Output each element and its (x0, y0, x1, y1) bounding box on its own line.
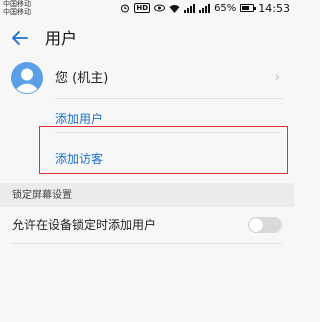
status-bar: 中国移动 中国移动 HD 65% 14:53 (0, 0, 294, 16)
page-title: 用户 (45, 29, 78, 48)
current-user-row[interactable]: 您 (机主) › (0, 62, 294, 98)
section-header: 锁定屏幕设置 (0, 183, 294, 207)
clock: 14:53 (258, 1, 290, 15)
toggle-knob (249, 218, 263, 232)
section-title: 锁定屏幕设置 (12, 190, 72, 201)
hd-icon: HD (134, 3, 151, 13)
signal-icon (199, 3, 211, 13)
toggle-label: 允许在设备锁定时添加用户 (12, 218, 157, 232)
add-guest-button[interactable]: 添加访客 (55, 151, 103, 167)
status-icons: HD 65% 14:53 (120, 1, 290, 15)
divider (55, 98, 282, 99)
alarm-icon (120, 3, 130, 13)
avatar-icon (11, 62, 43, 94)
add-user-button[interactable]: 添加用户 (55, 111, 103, 127)
battery-icon (240, 4, 257, 12)
allow-add-users-toggle[interactable] (248, 217, 282, 233)
carrier-1: 中国移动 (3, 0, 31, 8)
battery-percent: 65% (214, 2, 237, 14)
divider (12, 243, 282, 244)
app-bar: 用户 (0, 16, 294, 62)
allow-add-users-row[interactable]: 允许在设备锁定时添加用户 (0, 207, 294, 243)
carrier-2: 中国移动 (3, 8, 31, 16)
chevron-right-icon: › (274, 70, 280, 85)
wifi-icon (169, 4, 180, 13)
signal-icon (184, 3, 196, 13)
carrier-labels: 中国移动 中国移动 (3, 0, 31, 16)
back-arrow-icon[interactable] (10, 28, 30, 48)
eye-icon (154, 4, 166, 12)
user-name: 您 (机主) (55, 71, 109, 86)
